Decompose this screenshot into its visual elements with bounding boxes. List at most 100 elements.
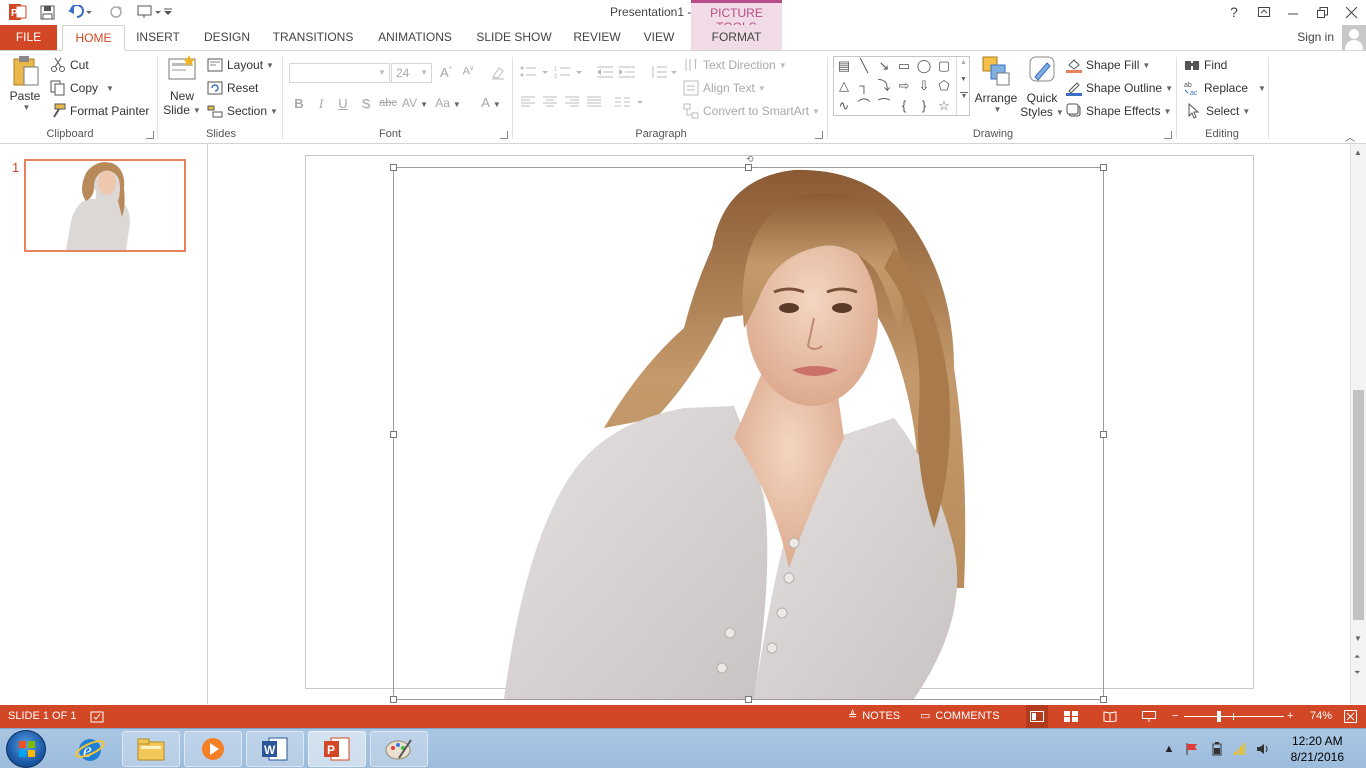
copy-button[interactable]: Copy ▼ xyxy=(50,80,114,96)
scroll-up-icon[interactable]: ▲ xyxy=(1354,148,1362,157)
increase-font-size-icon[interactable]: A^ xyxy=(437,65,455,80)
resize-handle-right[interactable] xyxy=(1100,431,1107,438)
zoom-slider-thumb[interactable] xyxy=(1217,711,1221,722)
gallery-down-icon[interactable]: ▼ xyxy=(957,76,970,83)
underline-button[interactable]: U xyxy=(334,96,352,111)
shape-effects-button[interactable]: Shape Effects ▼ xyxy=(1066,103,1171,119)
tab-insert[interactable]: INSERT xyxy=(131,25,185,50)
volume-icon[interactable] xyxy=(1256,742,1270,756)
character-spacing-button[interactable]: AV ▼ xyxy=(401,96,429,110)
shape-elbow-connector-icon[interactable]: ┐ xyxy=(856,78,872,94)
text-shadow-button[interactable]: S xyxy=(357,96,375,111)
shapes-gallery[interactable]: ▤ ╲ ↘ ▭ ◯ ▢ △ ┐ ⤵ ⇨ ⇩ ⬠ ∿ ⌒ ⁀ { } ☆ ▲ ▼ … xyxy=(833,56,970,116)
strikethrough-button[interactable]: abc xyxy=(378,97,398,109)
rotation-handle-icon[interactable]: ⟲ xyxy=(746,155,754,164)
tab-format[interactable]: FORMAT xyxy=(691,25,782,50)
shape-left-brace-icon[interactable]: { xyxy=(896,98,912,114)
battery-icon[interactable] xyxy=(1210,742,1224,756)
gallery-more-icon[interactable]: ▼ xyxy=(960,92,968,100)
font-name-combobox[interactable]: ▼ xyxy=(289,63,390,83)
resize-handle-top-left[interactable] xyxy=(390,164,397,171)
shape-freeform-icon[interactable]: ⬠ xyxy=(936,78,952,94)
internet-explorer-icon[interactable]: e xyxy=(70,733,110,767)
fit-slide-icon[interactable] xyxy=(1344,705,1357,728)
tab-animations[interactable]: ANIMATIONS xyxy=(370,25,460,50)
font-color-button[interactable]: A ▼ xyxy=(476,95,506,110)
cut-button[interactable]: Cut xyxy=(50,57,89,73)
selected-picture[interactable]: ⟲ xyxy=(390,155,1107,703)
restore-icon[interactable] xyxy=(1308,2,1336,22)
shape-textbox-icon[interactable]: ▤ xyxy=(836,58,852,74)
paste-button[interactable]: Paste ▼ xyxy=(8,55,42,112)
notes-button[interactable]: ≜ NOTES xyxy=(848,705,900,728)
justify-icon[interactable] xyxy=(585,96,603,111)
resize-handle-top-right[interactable] xyxy=(1100,164,1107,171)
layout-button[interactable]: Layout ▼ xyxy=(207,57,274,73)
previous-slide-icon[interactable]: ⏶ xyxy=(1354,652,1360,662)
system-clock[interactable]: 12:20 AM 8/21/2016 xyxy=(1291,733,1344,765)
save-icon[interactable] xyxy=(37,3,57,21)
reset-button[interactable]: Reset xyxy=(207,80,258,96)
resize-handle-top[interactable] xyxy=(745,164,752,171)
align-center-icon[interactable] xyxy=(541,96,559,111)
start-button-icon[interactable] xyxy=(6,730,46,768)
bold-button[interactable]: B xyxy=(290,96,308,111)
action-center-flag-icon[interactable] xyxy=(1185,742,1199,756)
line-spacing-icon[interactable] xyxy=(650,65,678,82)
find-button[interactable]: Find xyxy=(1184,57,1227,73)
shape-arc-icon[interactable]: ⌒ xyxy=(856,98,872,114)
paint-taskbar-icon[interactable] xyxy=(370,731,428,767)
scroll-down-icon[interactable]: ▼ xyxy=(1354,634,1362,643)
spelling-check-icon[interactable] xyxy=(90,705,104,728)
vertical-scrollbar[interactable]: ▲ ▼ ⏶ ⏷ xyxy=(1350,144,1366,704)
select-button[interactable]: Select ▼ xyxy=(1186,102,1250,119)
reading-view-icon[interactable] xyxy=(1103,705,1117,728)
clear-formatting-icon[interactable] xyxy=(489,65,507,84)
file-explorer-taskbar-icon[interactable] xyxy=(122,731,180,767)
tab-home[interactable]: HOME xyxy=(62,25,125,51)
slide-thumbnail[interactable] xyxy=(24,159,186,252)
slide-sorter-view-icon[interactable] xyxy=(1064,705,1078,728)
shape-outline-button[interactable]: Shape Outline ▼ xyxy=(1066,80,1173,96)
zoom-slider[interactable] xyxy=(1184,705,1284,728)
zoom-out-icon[interactable]: − xyxy=(1172,705,1178,728)
clipboard-launcher-icon[interactable] xyxy=(146,131,154,139)
increase-indent-icon[interactable] xyxy=(618,65,636,82)
shape-star-icon[interactable]: ☆ xyxy=(936,98,952,114)
decrease-indent-icon[interactable] xyxy=(596,65,614,82)
paragraph-launcher-icon[interactable] xyxy=(815,131,823,139)
quick-styles-button[interactable]: Quick Styles ▼ xyxy=(1020,55,1064,119)
shape-arrow-line-icon[interactable]: ↘ xyxy=(876,58,892,74)
help-button[interactable]: ? xyxy=(1220,2,1248,22)
user-avatar-icon[interactable] xyxy=(1342,25,1366,50)
bullets-icon[interactable] xyxy=(519,65,549,82)
replace-button[interactable]: ab ac Replace ▼ xyxy=(1184,80,1266,97)
comments-button[interactable]: ▭ COMMENTS xyxy=(920,705,1000,728)
columns-icon[interactable] xyxy=(614,96,644,111)
minimize-icon[interactable] xyxy=(1279,2,1307,22)
tab-review[interactable]: REVIEW xyxy=(568,25,626,50)
customize-qat-icon[interactable] xyxy=(162,3,174,21)
text-direction-button[interactable]: Text Direction ▼ xyxy=(683,57,787,73)
word-taskbar-icon[interactable]: W xyxy=(246,731,304,767)
shape-oval-icon[interactable]: ◯ xyxy=(916,58,932,74)
shape-scribble-icon[interactable]: ∿ xyxy=(836,98,852,114)
resize-handle-bottom-right[interactable] xyxy=(1100,696,1107,703)
media-player-taskbar-icon[interactable] xyxy=(184,731,242,767)
powerpoint-taskbar-icon[interactable]: P xyxy=(308,731,366,767)
shape-curve-icon[interactable]: ⁀ xyxy=(876,98,892,114)
shape-right-arrow-icon[interactable]: ⇨ xyxy=(896,78,912,94)
slide-show-view-icon[interactable] xyxy=(1142,705,1156,728)
zoom-level[interactable]: 74% xyxy=(1310,705,1332,728)
change-case-button[interactable]: Aa ▼ xyxy=(433,96,463,110)
shape-fill-button[interactable]: Shape Fill ▼ xyxy=(1066,57,1150,73)
format-painter-button[interactable]: Format Painter xyxy=(50,103,149,119)
section-button[interactable]: Section ▼ xyxy=(207,103,278,119)
ribbon-display-options-icon[interactable] xyxy=(1250,2,1278,22)
powerpoint-logo-icon[interactable]: P xyxy=(8,3,28,21)
numbering-icon[interactable]: 12 xyxy=(553,65,583,82)
collapse-ribbon-icon[interactable]: ︿ xyxy=(1345,129,1355,144)
start-from-beginning-icon[interactable] xyxy=(136,3,162,21)
font-size-combobox[interactable]: 24 ▼ xyxy=(391,63,432,83)
tab-transitions[interactable]: TRANSITIONS xyxy=(268,25,358,50)
